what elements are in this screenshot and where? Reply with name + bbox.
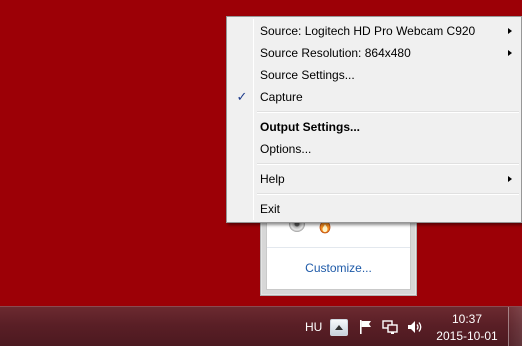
menu-separator bbox=[257, 193, 519, 195]
menu-item-label: Source Resolution: 864x480 bbox=[260, 46, 411, 60]
menu-item-source[interactable]: Source: Logitech HD Pro Webcam C920 bbox=[229, 20, 519, 42]
submenu-arrow-icon bbox=[508, 28, 512, 34]
menu-separator bbox=[257, 163, 519, 165]
network-icon[interactable] bbox=[381, 318, 399, 336]
flyout-divider bbox=[267, 247, 410, 248]
menu-item-label: Output Settings... bbox=[260, 120, 360, 134]
taskbar-clock[interactable]: 10:37 2015-10-01 bbox=[432, 311, 502, 345]
submenu-arrow-icon bbox=[508, 176, 512, 182]
language-indicator[interactable]: HU bbox=[305, 320, 322, 334]
clock-date: 2015-10-01 bbox=[436, 329, 498, 343]
menu-item-options[interactable]: Options... bbox=[229, 138, 519, 160]
menu-item-output-settings[interactable]: Output Settings... bbox=[229, 116, 519, 138]
tray-context-menu: Source: Logitech HD Pro Webcam C920 Sour… bbox=[226, 16, 522, 223]
action-center-flag-icon[interactable] bbox=[357, 318, 375, 336]
show-desktop-button[interactable] bbox=[508, 307, 522, 346]
checkmark-icon: ✓ bbox=[236, 89, 248, 104]
submenu-arrow-icon bbox=[508, 50, 512, 56]
menu-item-exit[interactable]: Exit bbox=[229, 198, 519, 220]
menu-item-help[interactable]: Help bbox=[229, 168, 519, 190]
menu-item-label: Help bbox=[260, 172, 285, 186]
menu-item-capture[interactable]: ✓ Capture bbox=[229, 86, 519, 108]
menu-item-source-settings[interactable]: Source Settings... bbox=[229, 64, 519, 86]
menu-item-label: Exit bbox=[260, 202, 281, 216]
clock-time: 10:37 bbox=[451, 312, 483, 326]
menu-item-label: Capture bbox=[260, 90, 303, 104]
customize-link[interactable]: Customize... bbox=[267, 261, 410, 275]
volume-icon[interactable] bbox=[406, 318, 424, 336]
menu-separator bbox=[257, 111, 519, 113]
menu-item-label: Options... bbox=[260, 142, 312, 156]
menu-item-source-resolution[interactable]: Source Resolution: 864x480 bbox=[229, 42, 519, 64]
menu-item-label: Source Settings... bbox=[260, 68, 355, 82]
show-hidden-icons-button[interactable] bbox=[330, 319, 348, 336]
menu-item-label: Source: Logitech HD Pro Webcam C920 bbox=[260, 24, 476, 38]
taskbar: HU 10:37 2015-10-01 bbox=[0, 306, 522, 346]
